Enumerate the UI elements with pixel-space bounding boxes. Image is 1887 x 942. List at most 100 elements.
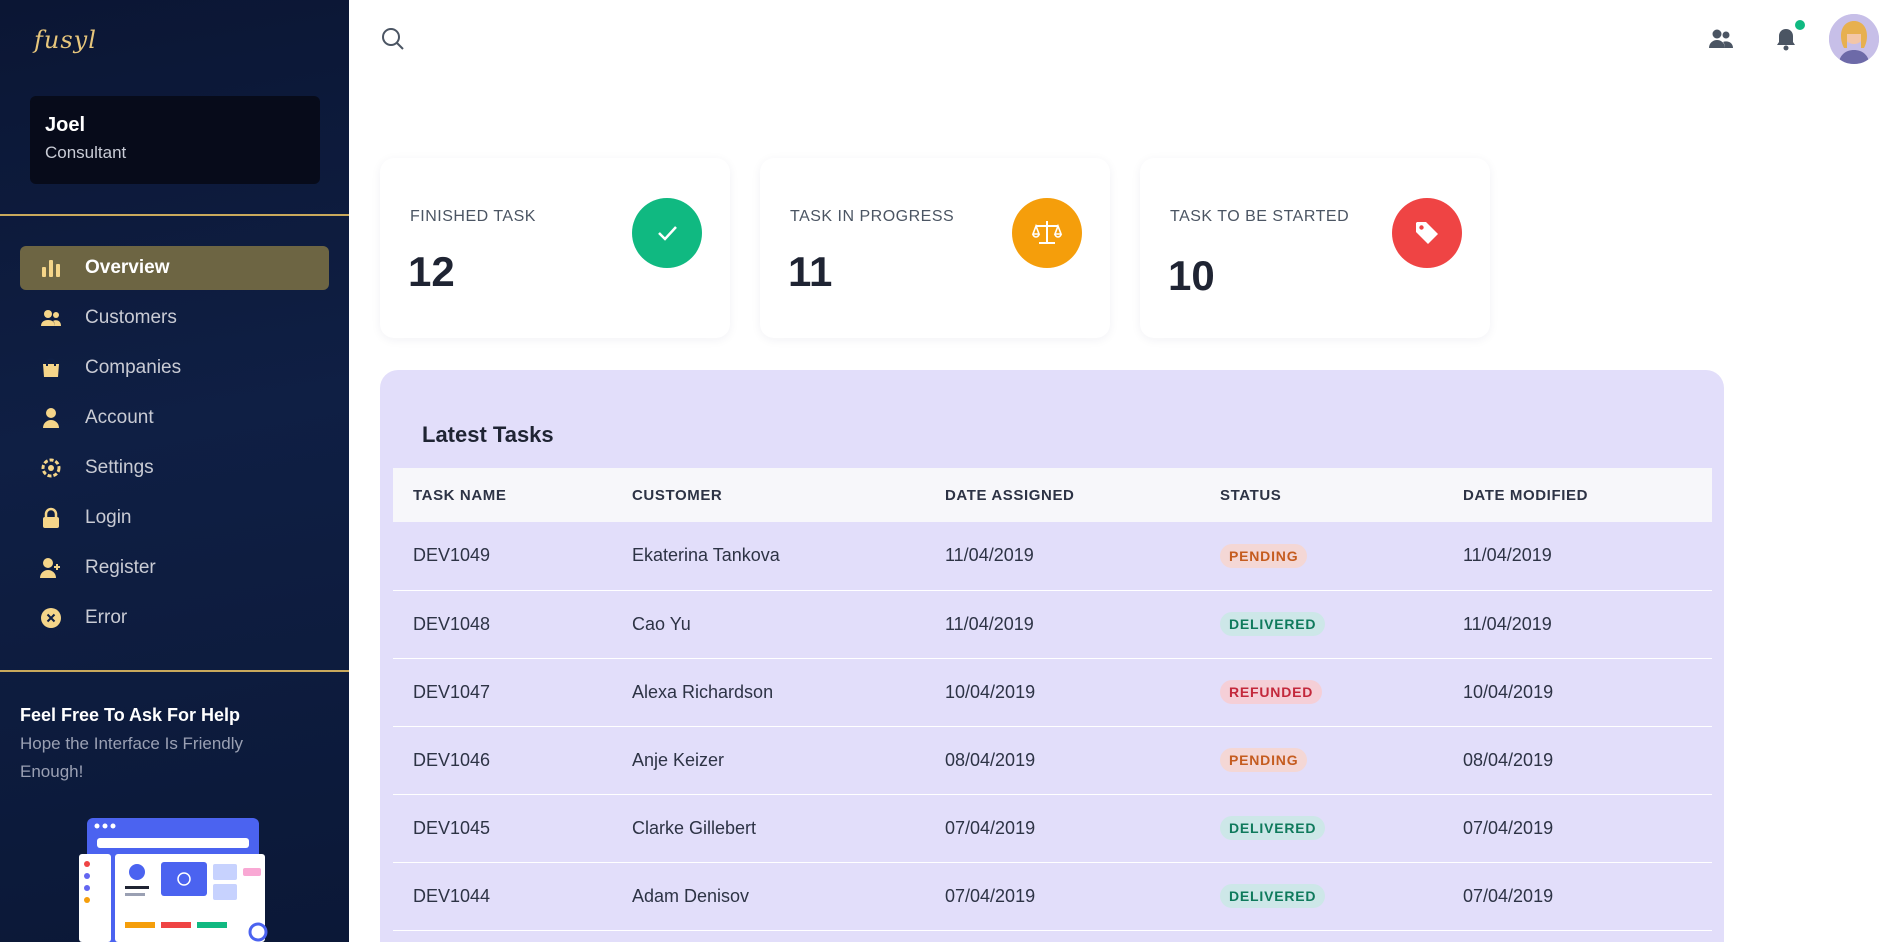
bell-icon[interactable] xyxy=(1773,26,1799,52)
tasks-table: TASK NAME CUSTOMER DATE ASSIGNED STATUS … xyxy=(393,468,1712,931)
stat-card-in-progress: TASK IN PROGRESS 11 xyxy=(760,158,1110,338)
status-badge: DELIVERED xyxy=(1220,612,1326,636)
customer-cell: Anje Keizer xyxy=(612,726,925,795)
stat-card-to-be-started: TASK TO BE STARTED 10 xyxy=(1140,158,1490,338)
status-badge: DELIVERED xyxy=(1220,816,1326,840)
check-icon xyxy=(632,198,702,268)
date-assigned-cell: 10/04/2019 xyxy=(925,658,1200,727)
task-name-cell: DEV1048 xyxy=(393,590,612,659)
sidebar-item-overview[interactable]: Overview xyxy=(20,246,329,290)
lock-icon xyxy=(40,507,62,529)
sidebar-item-label: Error xyxy=(85,607,128,628)
date-assigned-cell: 07/04/2019 xyxy=(925,862,1200,931)
help-title: Feel Free To Ask For Help xyxy=(20,705,241,725)
avatar[interactable] xyxy=(1829,14,1879,64)
date-modified-cell: 11/04/2019 xyxy=(1443,522,1712,591)
stat-value: 12 xyxy=(408,248,455,295)
sidebar-item-label: Settings xyxy=(85,457,154,478)
notification-dot xyxy=(1795,20,1805,30)
user-card: Joel Consultant xyxy=(30,96,320,184)
sidebar-item-error[interactable]: Error xyxy=(20,596,329,640)
date-modified-cell: 08/04/2019 xyxy=(1443,726,1712,795)
sidebar-item-customers[interactable]: Customers xyxy=(20,296,329,340)
tag-icon xyxy=(1392,198,1462,268)
latest-tasks-panel: Latest Tasks TASK NAME CUSTOMER DATE ASS… xyxy=(380,370,1724,942)
customer-cell: Cao Yu xyxy=(612,590,925,659)
sidebar-item-register[interactable]: Register xyxy=(20,546,329,590)
status-badge: PENDING xyxy=(1220,748,1308,772)
status-badge: DELIVERED xyxy=(1220,884,1326,908)
customer-cell: Clarke Gillebert xyxy=(612,794,925,863)
sidebar-item-settings[interactable]: Settings xyxy=(20,446,329,490)
table-row[interactable]: DEV1048 Cao Yu 11/04/2019 DELIVERED 11/0… xyxy=(393,590,1712,659)
date-assigned-cell: 11/04/2019 xyxy=(925,522,1200,591)
column-header-task-name[interactable]: TASK NAME xyxy=(393,468,612,522)
sidebar-divider-bottom xyxy=(0,670,349,672)
status-cell: DELIVERED xyxy=(1200,862,1443,931)
sidebar: fusyl Joel Consultant Overview Customers… xyxy=(0,0,349,942)
date-modified-cell: 07/04/2019 xyxy=(1443,794,1712,863)
column-header-date-assigned[interactable]: DATE ASSIGNED xyxy=(925,468,1200,522)
stat-value: 11 xyxy=(788,248,833,295)
user-role: Consultant xyxy=(45,143,127,162)
stat-label: FINISHED TASK xyxy=(410,208,536,225)
users-icon xyxy=(40,307,62,329)
date-assigned-cell: 07/04/2019 xyxy=(925,794,1200,863)
help-subtitle: Hope the Interface Is Friendly Enough! xyxy=(20,734,244,781)
scale-icon xyxy=(1012,198,1082,268)
table-row[interactable]: DEV1049 Ekaterina Tankova 11/04/2019 PEN… xyxy=(393,522,1712,591)
stat-card-finished: FINISHED TASK 12 xyxy=(380,158,730,338)
table-row[interactable]: DEV1045 Clarke Gillebert 07/04/2019 DELI… xyxy=(393,794,1712,863)
date-assigned-cell: 08/04/2019 xyxy=(925,726,1200,795)
task-name-cell: DEV1046 xyxy=(393,726,612,795)
app-logo[interactable]: fusyl xyxy=(34,26,97,54)
task-name-cell: DEV1049 xyxy=(393,522,612,591)
sidebar-item-label: Login xyxy=(85,507,132,528)
contacts-icon[interactable] xyxy=(1708,26,1734,52)
user-icon xyxy=(40,407,62,429)
dashboard-illustration xyxy=(75,812,275,942)
sidebar-item-label: Account xyxy=(85,407,154,428)
status-badge: PENDING xyxy=(1220,543,1308,568)
column-header-date-modified[interactable]: DATE MODIFIED xyxy=(1443,468,1712,522)
date-modified-cell: 07/04/2019 xyxy=(1443,862,1712,931)
latest-tasks-title: Latest Tasks xyxy=(422,422,554,447)
user-plus-icon xyxy=(40,557,62,579)
sidebar-nav: Overview Customers Companies Account Set… xyxy=(20,246,329,646)
customer-cell: Ekaterina Tankova xyxy=(612,522,925,591)
sidebar-divider-top xyxy=(0,214,349,216)
sidebar-item-label: Customers xyxy=(85,307,177,328)
task-name-cell: DEV1047 xyxy=(393,658,612,727)
status-cell: DELIVERED xyxy=(1200,794,1443,863)
table-header-row: TASK NAME CUSTOMER DATE ASSIGNED STATUS … xyxy=(393,468,1712,522)
task-name-cell: DEV1045 xyxy=(393,794,612,863)
table-row[interactable]: DEV1047 Alexa Richardson 10/04/2019 REFU… xyxy=(393,658,1712,727)
sidebar-item-label: Overview xyxy=(85,257,170,278)
stat-label: TASK TO BE STARTED xyxy=(1170,208,1350,225)
stat-label: TASK IN PROGRESS xyxy=(790,208,955,225)
date-modified-cell: 10/04/2019 xyxy=(1443,658,1712,727)
sidebar-item-label: Companies xyxy=(85,357,182,378)
sidebar-item-companies[interactable]: Companies xyxy=(20,346,329,390)
search-icon[interactable] xyxy=(380,26,406,52)
status-badge: REFUNDED xyxy=(1220,680,1323,704)
user-name: Joel xyxy=(45,114,86,136)
customer-cell: Adam Denisov xyxy=(612,862,925,931)
column-header-customer[interactable]: CUSTOMER xyxy=(612,468,925,522)
sidebar-item-login[interactable]: Login xyxy=(20,496,329,540)
status-cell: DELIVERED xyxy=(1200,590,1443,659)
sidebar-item-label: Register xyxy=(85,557,156,578)
status-cell: REFUNDED xyxy=(1200,658,1443,727)
task-name-cell: DEV1044 xyxy=(393,862,612,931)
column-header-status[interactable]: STATUS xyxy=(1200,468,1443,522)
customer-cell: Alexa Richardson xyxy=(612,658,925,727)
table-row[interactable]: DEV1044 Adam Denisov 07/04/2019 DELIVERE… xyxy=(393,862,1712,931)
status-cell: PENDING xyxy=(1200,726,1443,795)
gear-icon xyxy=(40,457,62,479)
stat-value: 10 xyxy=(1168,252,1215,299)
bar-chart-icon xyxy=(40,257,62,279)
sidebar-item-account[interactable]: Account xyxy=(20,396,329,440)
x-circle-icon xyxy=(40,607,62,629)
table-row[interactable]: DEV1046 Anje Keizer 08/04/2019 PENDING 0… xyxy=(393,726,1712,795)
shopping-bag-icon xyxy=(40,357,62,379)
